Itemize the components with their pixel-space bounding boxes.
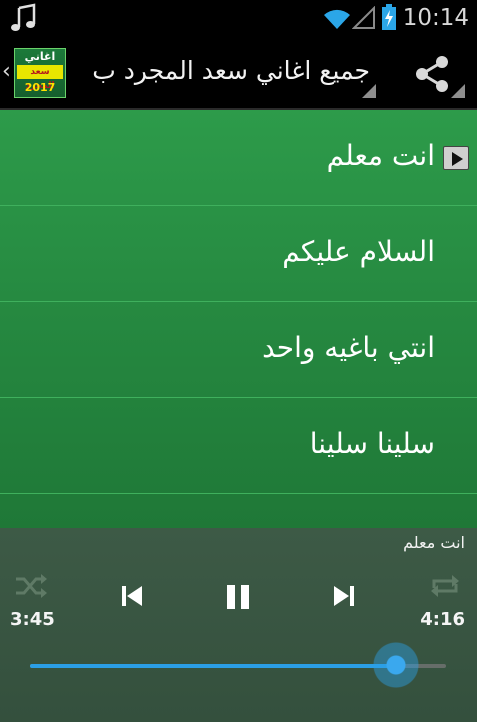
app-icon[interactable]: اغاني سعد المجرد 2017 (14, 48, 66, 98)
song-row[interactable]: سلينا سلينا (0, 398, 477, 494)
app-icon-line1: اغاني (24, 50, 56, 63)
pause-icon[interactable] (224, 582, 252, 612)
song-list: انت معلم السلام عليكم انتي باغيه واحد سل… (0, 110, 477, 528)
song-row[interactable]: انت معلم (0, 110, 477, 206)
elapsed-time: 3:45 (10, 609, 55, 630)
battery-charging-icon (382, 4, 396, 30)
wifi-icon (324, 9, 350, 29)
action-bar: ‹ اغاني سعد المجرد 2017 جميع اغاني سعد ا… (0, 36, 477, 110)
previous-icon[interactable] (118, 582, 146, 610)
song-title: انت معلم (326, 139, 435, 172)
page-title[interactable]: جميع اغاني سعد المجرد ب (86, 54, 370, 90)
player-panel: انت معلم 3:45 4:16 (0, 528, 477, 722)
song-title: السلام عليكم (282, 235, 435, 268)
music-note-icon (11, 3, 36, 31)
seek-bar[interactable] (30, 642, 446, 688)
app-icon-line2: سعد المجرد (17, 65, 63, 91)
total-time: 4:16 (420, 609, 465, 630)
shuffle-icon[interactable] (14, 572, 48, 600)
overflow-indicator-icon (451, 84, 465, 98)
dropdown-indicator-icon (362, 84, 376, 98)
now-playing-icon (443, 146, 469, 170)
song-title: سلينا سلينا (309, 427, 435, 460)
seek-thumb[interactable] (373, 642, 420, 688)
next-icon[interactable] (330, 582, 358, 610)
repeat-icon[interactable] (428, 572, 462, 600)
signal-icon (352, 6, 375, 29)
song-title: انتي باغيه واحد (262, 331, 435, 364)
up-caret-icon[interactable]: ‹ (2, 60, 11, 84)
clock: 10:14 (402, 5, 469, 31)
share-icon[interactable] (412, 54, 452, 94)
status-bar: 10:14 (0, 0, 477, 36)
song-row[interactable]: السلام عليكم (0, 206, 477, 302)
app-icon-line3: 2017 (24, 81, 56, 94)
song-row[interactable]: انتي باغيه واحد (0, 302, 477, 398)
seek-progress (30, 664, 397, 668)
now-playing-title: انت معلم (403, 533, 465, 552)
